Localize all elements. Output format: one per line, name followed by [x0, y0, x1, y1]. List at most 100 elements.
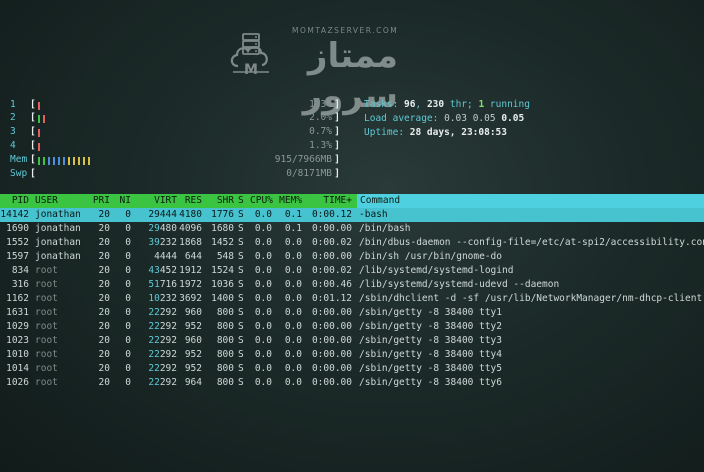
- meter-label: 2: [10, 112, 16, 123]
- col-user[interactable]: USER: [35, 194, 97, 208]
- process-row[interactable]: 1014 root 20 0 952 800 S 0.0 0.0 0:00.00/sbin/get…: [0, 362, 704, 376]
- process-row[interactable]: 1552 jonathan 20 0 1868 1452 S 0.0 0.0 0:00.02/bi…: [0, 236, 704, 250]
- process-pid: 1690: [6, 223, 29, 234]
- process-time: 0:00.00: [311, 349, 352, 360]
- process-nice: 0: [125, 209, 131, 220]
- process-time: 0:00.00: [311, 377, 352, 388]
- process-user: root: [35, 265, 58, 276]
- process-cpu: 0.0: [254, 307, 272, 318]
- uptime-line: Uptime: 28 days, 23:08:53: [364, 126, 507, 140]
- process-nice: 0: [125, 279, 131, 290]
- process-row[interactable]: 1631 root 20 0 960 800 S 0.0 0.0 0:00.00/sbin/get…: [0, 306, 704, 320]
- process-virt-high: 51: [148, 279, 160, 290]
- threads-sep: ,: [415, 99, 427, 110]
- process-cpu: 0.0: [254, 349, 272, 360]
- meter-label: Mem: [10, 154, 28, 165]
- process-pid: 1029: [6, 321, 29, 332]
- col-virt[interactable]: VIRT: [132, 194, 177, 208]
- process-shr: 800: [216, 307, 234, 318]
- col-ni[interactable]: NI: [113, 194, 131, 208]
- col-pid[interactable]: PID: [0, 194, 29, 208]
- process-virt: 22292: [132, 334, 177, 348]
- process-shr: 548: [216, 251, 234, 262]
- meter-value: 915/7966MB: [274, 154, 332, 165]
- process-mem: 0.0: [284, 279, 302, 290]
- process-command: /bin/sh /usr/bin/gnome-do: [359, 251, 502, 262]
- server-cloud-logo-icon: M: [230, 33, 269, 78]
- process-mem: 0.0: [284, 265, 302, 276]
- process-shr: 1524: [211, 265, 234, 276]
- col-time[interactable]: TIME+: [306, 194, 352, 208]
- process-user: root: [35, 363, 58, 374]
- process-nice: 0: [125, 251, 131, 262]
- process-virt: 22292: [132, 362, 177, 376]
- process-command: /lib/systemd/systemd-udevd --daemon: [359, 279, 560, 290]
- process-row-selected[interactable]: 14142 jonathan 20 0 4180 1776 S 0.0 0.1 0:00.12 -b…: [0, 208, 704, 222]
- process-pid: 1597: [6, 251, 29, 262]
- process-user: jonathan: [35, 251, 81, 262]
- process-priority: 20: [98, 223, 110, 234]
- process-cpu: 0.0: [254, 223, 272, 234]
- process-res: 644: [184, 251, 202, 262]
- process-row[interactable]: 1010 root 20 0 952 800 S 0.0 0.0 0:00.00/sbin/get…: [0, 348, 704, 362]
- process-time: 0:00.00: [311, 251, 352, 262]
- process-cpu: 0.0: [254, 279, 272, 290]
- process-row[interactable]: 1029 root 20 0 952 800 S 0.0 0.0 0:00.00/sbin/get…: [0, 320, 704, 334]
- process-row[interactable]: 1023 root 20 0 960 800 S 0.0 0.0 0:00.00/sbin/get…: [0, 334, 704, 348]
- process-row[interactable]: 834 root 20 0 1912 1524 S 0.0 0.0 0:00.02/lib/sys…: [0, 264, 704, 278]
- process-priority: 20: [98, 321, 110, 332]
- meter-3: 3 [0.7%]: [10, 125, 340, 138]
- col-state[interactable]: S: [238, 194, 248, 208]
- meter-bar-segment: [38, 157, 40, 165]
- process-res: 952: [184, 363, 202, 374]
- col-cpu[interactable]: CPU%: [250, 194, 273, 208]
- process-command: -bash: [359, 209, 388, 220]
- watermark-domain: MOMTAZSERVER.COM: [292, 26, 399, 35]
- process-state: S: [238, 223, 244, 234]
- process-state: S: [238, 237, 244, 248]
- process-state: S: [238, 335, 244, 346]
- process-priority: 20: [98, 307, 110, 318]
- process-row[interactable]: 1162 root 20 0 3692 1400 S 0.0 0.0 0:01.12/sbin/d…: [0, 292, 704, 306]
- process-row[interactable]: 1597 jonathan 20 0 644 548 S 0.0 0.0 0:00.00/bin/…: [0, 250, 704, 264]
- col-pri[interactable]: PRI: [90, 194, 110, 208]
- meter-bracket-close: ]: [334, 99, 340, 110]
- process-res: 1972: [179, 279, 202, 290]
- process-row[interactable]: 1026 root 20 0 964 800 S 0.0 0.0 0:00.00/sbin/get…: [0, 376, 704, 390]
- watermark-logo: M MOMTAZSERVER.COM ممتاز سرور: [228, 26, 399, 116]
- process-virt-high: 43: [148, 265, 160, 276]
- col-command[interactable]: Command: [357, 194, 704, 208]
- meter-value: 0/8171MB: [286, 168, 332, 179]
- col-res[interactable]: RES: [176, 194, 202, 208]
- process-shr: 800: [216, 321, 234, 332]
- process-virt-low: 716: [159, 279, 177, 290]
- process-pid: 1010: [6, 349, 29, 360]
- meter-4: 4 [1.3%]: [10, 139, 340, 152]
- process-pid: 1162: [6, 293, 29, 304]
- col-mem[interactable]: MEM%: [276, 194, 302, 208]
- meter-swp: Swp[0/8171MB]: [10, 167, 340, 180]
- process-pid: 1023: [6, 335, 29, 346]
- process-row[interactable]: 1690 jonathan 20 0 4096 1680 S 0.0 0.1 0:00.00/bi…: [0, 222, 704, 236]
- process-state: S: [238, 321, 244, 332]
- process-virt-high: 39: [148, 237, 160, 248]
- process-cpu: 0.0: [254, 209, 272, 220]
- process-time: 0:00.02: [311, 237, 352, 248]
- process-row[interactable]: 316 root 20 0 1972 1036 S 0.0 0.0 0:00.46/lib/sys…: [0, 278, 704, 292]
- meter-mem: Mem[915/7966MB]: [10, 153, 340, 166]
- process-nice: 0: [125, 293, 131, 304]
- process-res: 3692: [179, 293, 202, 304]
- process-cpu: 0.0: [254, 293, 272, 304]
- process-res: 952: [184, 349, 202, 360]
- process-time: 0:00.00: [311, 307, 352, 318]
- process-virt-high: 22: [148, 349, 160, 360]
- svg-text:M: M: [244, 62, 258, 78]
- process-res: 960: [184, 335, 202, 346]
- col-shr[interactable]: SHR: [208, 194, 234, 208]
- process-state: S: [238, 209, 244, 220]
- meter-bar-segment: [43, 157, 45, 165]
- process-res: 1912: [179, 265, 202, 276]
- process-state: S: [238, 279, 244, 290]
- process-virt: 43452: [132, 264, 177, 278]
- process-command: /sbin/getty -8 38400 tty6: [359, 377, 502, 388]
